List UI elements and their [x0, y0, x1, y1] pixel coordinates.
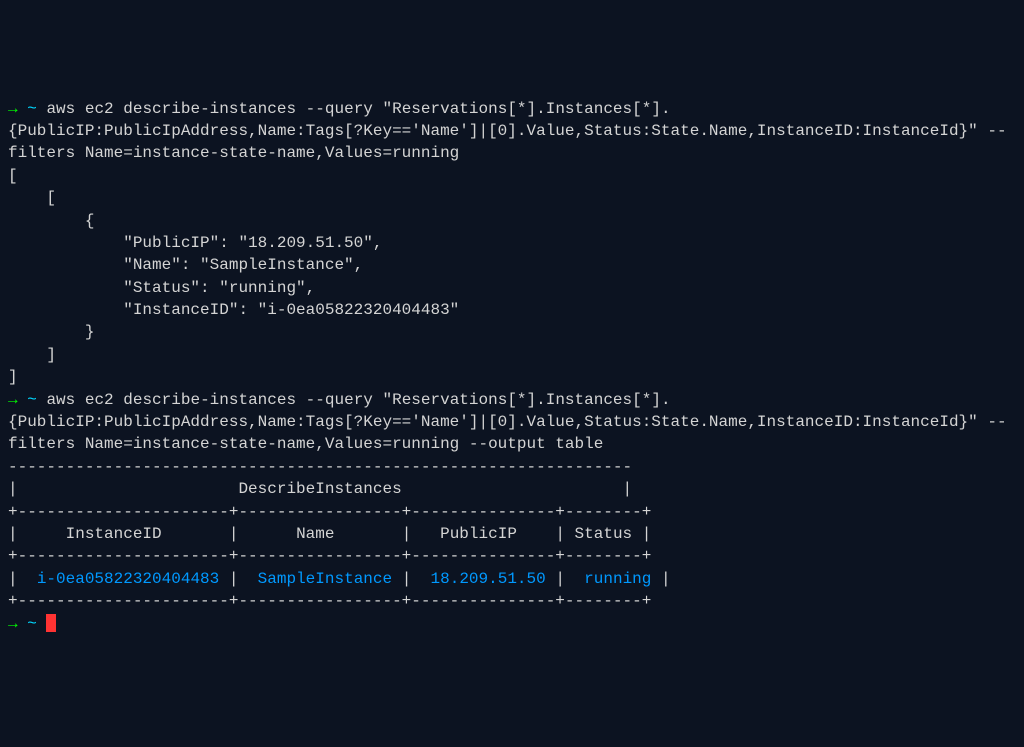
- table-separator: ----------------------------------------…: [8, 456, 1016, 478]
- json-field-instanceid: "InstanceID": "i-0ea05822320404483": [8, 299, 1016, 321]
- json-bracket: [: [8, 187, 1016, 209]
- table-separator: +----------------------+----------------…: [8, 590, 1016, 612]
- prompt-arrow-icon: →: [8, 615, 18, 633]
- json-bracket: [: [8, 165, 1016, 187]
- cursor-icon: [46, 614, 56, 632]
- command-text: aws ec2 describe-instances --query "Rese…: [8, 100, 1007, 163]
- table-header-row: | InstanceID | Name | PublicIP | Status …: [8, 523, 1016, 545]
- command-text: aws ec2 describe-instances --query "Rese…: [8, 391, 1007, 454]
- cell-publicip: 18.209.51.50: [431, 570, 546, 588]
- prompt-tilde: ~: [27, 391, 37, 409]
- table-title-row: | DescribeInstances |: [8, 478, 1016, 500]
- table-separator: +----------------------+----------------…: [8, 545, 1016, 567]
- prompt-tilde: ~: [27, 615, 37, 633]
- header-publicip: PublicIP: [411, 525, 555, 543]
- cell-name: SampleInstance: [258, 570, 392, 588]
- command-line-3[interactable]: → ~: [8, 613, 1016, 635]
- header-name: Name: [238, 525, 401, 543]
- header-status: Status: [565, 525, 642, 543]
- json-field-status: "Status": "running",: [8, 277, 1016, 299]
- prompt-arrow-icon: →: [8, 391, 18, 409]
- command-line-2: → ~ aws ec2 describe-instances --query "…: [8, 389, 1016, 456]
- json-bracket: ]: [8, 344, 1016, 366]
- command-line-1: → ~ aws ec2 describe-instances --query "…: [8, 98, 1016, 165]
- prompt-tilde: ~: [27, 100, 37, 118]
- cell-status: running: [584, 570, 651, 588]
- table-data-row: | i-0ea05822320404483 | SampleInstance |…: [8, 568, 1016, 590]
- header-instanceid: InstanceID: [18, 525, 229, 543]
- prompt-arrow-icon: →: [8, 100, 18, 118]
- json-field-name: "Name": "SampleInstance",: [8, 254, 1016, 276]
- json-bracket: ]: [8, 366, 1016, 388]
- json-brace: {: [8, 210, 1016, 232]
- json-field-publicip: "PublicIP": "18.209.51.50",: [8, 232, 1016, 254]
- table-separator: +----------------------+----------------…: [8, 501, 1016, 523]
- cell-instanceid: i-0ea05822320404483: [37, 570, 219, 588]
- terminal-output: → ~ aws ec2 describe-instances --query "…: [8, 98, 1016, 635]
- json-brace: }: [8, 321, 1016, 343]
